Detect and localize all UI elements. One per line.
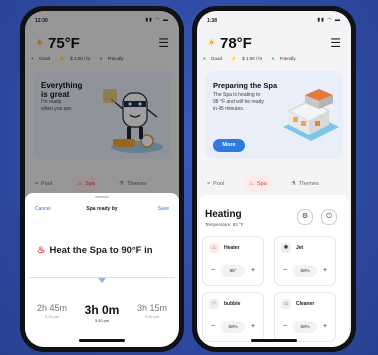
control-name: bubble [224,301,241,307]
pool-icon: ≈ [207,181,211,187]
power-button[interactable]: ⏻ [321,209,337,225]
info-row: ● Good ⚡ $ 1.00 / hr ● Friendly [203,56,345,62]
increment-button[interactable]: + [247,321,259,333]
heating-panel: Heating Temperature: 82 °F ⚙ ⏻ ♨ Heater … [199,195,349,347]
price-indicator: ⚡ $ 1.00 / hr [231,56,266,61]
heating-title: Heating [205,209,242,220]
temperature: 78°F [220,35,252,52]
jet-icon: ✺ [281,243,291,253]
settings-button[interactable]: ⚙ [297,209,313,225]
bubble-control: ⁘ bubble − 50% + [203,293,263,341]
price-label: $ 1.00 / hr [242,56,263,61]
heat-instruction: ♨ Heat the Spa to 90°F in [37,245,153,256]
check-icon: ● [203,56,206,61]
heating-subtitle: Temperature: 82 °F [205,222,244,227]
more-button[interactable]: More [213,139,245,152]
time-option-duration: 3h 15m [136,303,168,313]
status-bar: 1:38 ▮▮ ◠ ▬ [197,11,351,27]
decrement-button[interactable]: − [207,265,219,277]
spa-icon: ♨ [249,181,254,187]
card-desc-line: The Spa is heating to [213,92,261,98]
increment-button[interactable]: + [319,265,331,277]
bubble-stepper: − 50% + [207,321,259,333]
time-option-duration: 3h 0m [84,303,120,317]
right-phone: 1:38 ▮▮ ◠ ▬ ☀ 78°F ☰ ● Good ⚡ $ 1.00 / h… [192,6,356,352]
card-desc-line: in 45 minutes. [213,106,245,112]
home-indicator [251,339,297,342]
control-name: Jet [296,245,304,251]
control-name: Heater [224,245,240,251]
heater-control: ♨ Heater − 98° + [203,237,263,285]
spa-heater-icon: ♨ [37,245,46,256]
right-phone-screen: 1:38 ▮▮ ◠ ▬ ☀ 78°F ☰ ● Good ⚡ $ 1.00 / h… [197,11,351,347]
decrement-button[interactable]: − [279,265,291,277]
tab-pool[interactable]: ≈ Pool [203,176,228,192]
card-desc-line: 98 °F and will be ready [213,99,264,105]
card-description: The Spa is heating to 98 °F and will be … [213,92,281,113]
time-option-clock: 3:30 pm [94,318,110,323]
increment-button[interactable]: + [247,265,259,277]
card-title: Preparing the Spa [213,81,278,90]
status-time: 1:38 [207,18,218,24]
sun-icon: ☀ [207,38,216,49]
control-value: 50% [221,321,245,333]
house-illustration [283,89,339,141]
heat-text: Heat the Spa to 90°F in [49,245,153,256]
tab-spa[interactable]: ♨ Spa [245,176,271,192]
quality-indicator: ● Good [203,56,226,61]
save-button[interactable]: Save [158,206,169,212]
mode-label: Friendly [279,56,296,61]
signal-icon: ▮▮ ◠ ▬ [317,17,341,23]
tab-label: Spa [256,181,267,187]
time-option[interactable]: 3h 15m 3:45 pm [127,303,177,319]
control-value: 50% [293,265,317,277]
cleaner-stepper: − 50% + [279,321,331,333]
mode-indicator: ● Friendly [272,56,300,61]
time-option-clock: 3:45 pm [144,314,160,319]
themes-icon: ⚗ [291,181,296,187]
control-value: 98° [221,265,245,277]
power-icon: ⏻ [326,213,332,220]
quality-label: Good [210,56,222,61]
tab-label: Themes [298,181,319,187]
cleaner-control: ⌂ Cleaner − 50% + [275,293,335,341]
decrement-button[interactable]: − [279,321,291,333]
bolt-icon: ⚡ [231,56,237,61]
control-name: Cleaner [296,301,315,307]
tab-themes[interactable]: ⚗ Themes [287,176,323,192]
jet-control: ✺ Jet − 50% + [275,237,335,285]
increment-button[interactable]: + [319,321,331,333]
cleaner-icon: ⌂ [281,299,291,309]
picker-selection-indicator [98,278,106,283]
time-option-clock: 3:15 pm [44,314,60,319]
heater-icon: ♨ [209,243,219,253]
left-phone-screen: 12:30 ▮▮ ◠ ▬ ☀ 75°F ☰ ● Good ⚡ $ 1.00 / … [25,11,179,347]
control-value: 50% [293,321,317,333]
decrement-button[interactable]: − [207,321,219,333]
time-option-selected[interactable]: 3h 0m 3:30 pm [77,303,127,323]
tab-label: Pool [213,181,225,187]
spa-status-card: Preparing the Spa The Spa is heating to … [205,71,343,159]
left-phone: 12:30 ▮▮ ◠ ▬ ☀ 75°F ☰ ● Good ⚡ $ 1.00 / … [20,6,184,352]
section-tabs: ≈ Pool ♨ Spa ⚗ Themes [201,176,347,194]
sheet-grabber[interactable] [95,196,109,198]
jet-stepper: − 50% + [279,265,331,277]
time-option[interactable]: 2h 45m 3:15 pm [27,303,77,319]
menu-icon[interactable]: ☰ [330,36,341,50]
time-option-duration: 2h 45m [36,303,68,313]
bubble-icon: ⁘ [209,299,219,309]
cancel-button[interactable]: Cancel [35,206,51,212]
weather-header: ☀ 78°F ☰ [207,33,341,53]
gear-icon: ⚙ [301,213,309,220]
leaf-icon: ● [271,56,275,61]
home-indicator [79,339,125,342]
spa-ready-sheet: Spa ready by Cancel Save ♨ Heat the Spa t… [25,193,179,347]
heater-stepper: − 98° + [207,265,259,277]
